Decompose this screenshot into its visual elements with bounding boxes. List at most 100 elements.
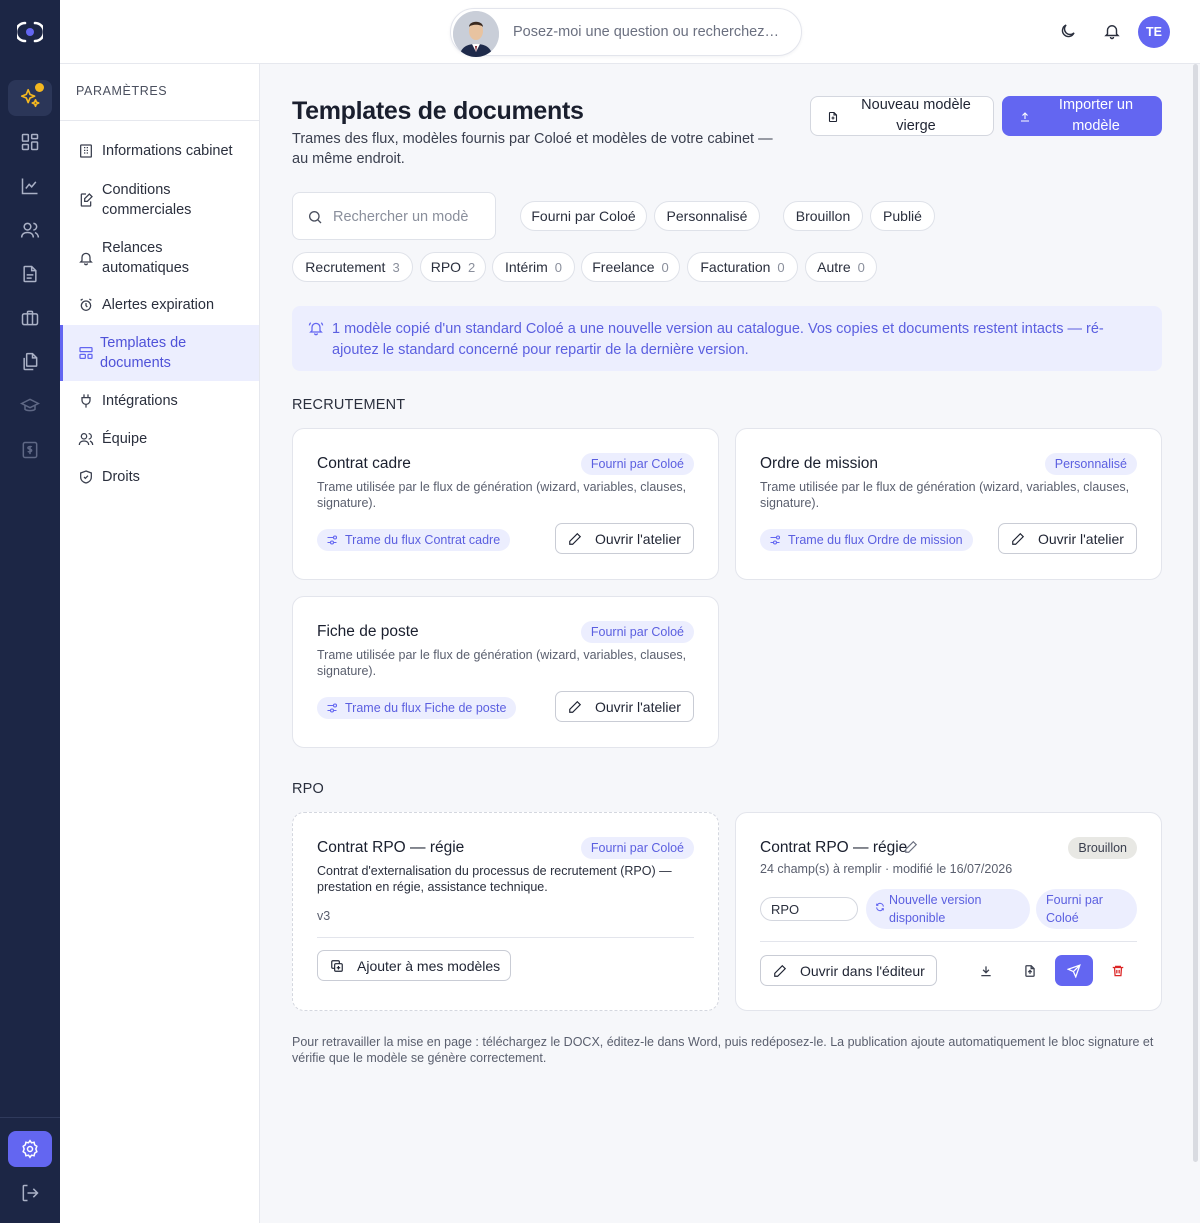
rail-billing-button[interactable] bbox=[8, 432, 52, 468]
sidebar-item-label: Relances automatiques bbox=[102, 240, 190, 276]
section-title-recrutement: RECRUTEMENT bbox=[292, 397, 406, 413]
rail-contacts-button[interactable] bbox=[8, 212, 52, 248]
category-chip-autre[interactable]: Autre 0 bbox=[805, 252, 877, 282]
send-icon bbox=[1067, 963, 1081, 978]
import-template-button[interactable]: Importer un modèle bbox=[1002, 96, 1162, 136]
rail-files-button[interactable] bbox=[8, 344, 52, 380]
rail-divider bbox=[0, 1117, 60, 1118]
notification-dot bbox=[35, 83, 44, 92]
bell-icon bbox=[1103, 22, 1121, 40]
filter-chip-publie[interactable]: Publié bbox=[870, 201, 935, 231]
delete-button[interactable] bbox=[1099, 955, 1137, 986]
card-divider bbox=[317, 937, 694, 938]
theme-toggle-button[interactable] bbox=[1057, 20, 1079, 42]
open-workshop-button[interactable]: Ouvrir l'atelier bbox=[555, 691, 694, 722]
rail-dashboard-button[interactable] bbox=[8, 124, 52, 160]
filter-chip-brouillon[interactable]: Brouillon bbox=[783, 201, 863, 231]
open-in-editor-button[interactable]: Ouvrir dans l'éditeur bbox=[760, 955, 937, 986]
download-docx-button[interactable] bbox=[967, 955, 1005, 986]
sidebar-item-conditions-commerciales[interactable]: Conditions commerciales bbox=[60, 176, 259, 224]
rail-settings-button[interactable] bbox=[8, 1131, 52, 1167]
new-blank-template-button[interactable]: Nouveau modèle vierge bbox=[810, 96, 994, 136]
template-card-contrat-cadre: Contrat cadre Fourni par Coloé Trame uti… bbox=[292, 428, 719, 580]
chip-count: 0 bbox=[554, 259, 563, 275]
template-search-placeholder: Rechercher un modèle bbox=[333, 209, 469, 225]
settings-sidebar: PARAMÈTRES Informations cabinet Conditio… bbox=[60, 64, 260, 1223]
category-chip-rpo[interactable]: RPO 2 bbox=[420, 252, 486, 282]
add-to-my-templates-button[interactable]: Ajouter à mes modèles bbox=[317, 950, 511, 981]
notice-text: 1 modèle copié d'un standard Coloé a une… bbox=[332, 321, 1104, 358]
filter-chip-fourni-par-coloe[interactable]: Fourni par Coloé bbox=[520, 201, 647, 231]
sidebar-item-alertes-expiration[interactable]: Alertes expiration bbox=[60, 290, 259, 320]
chip-label: Facturation bbox=[700, 259, 771, 275]
category-chip-facturation[interactable]: Facturation 0 bbox=[687, 252, 798, 282]
refresh-icon bbox=[875, 902, 885, 912]
sidebar-item-label: Droits bbox=[102, 469, 140, 485]
copy-plus-icon bbox=[330, 959, 344, 973]
sidebar-item-informations-cabinet[interactable]: Informations cabinet bbox=[60, 136, 259, 166]
page-scrollbar[interactable] bbox=[1193, 64, 1198, 1162]
rail-training-button[interactable] bbox=[8, 388, 52, 424]
alarm-clock-icon bbox=[78, 297, 94, 313]
graduation-cap-icon bbox=[20, 396, 40, 416]
status-badge: Brouillon bbox=[1068, 837, 1137, 859]
open-workshop-label: Ouvrir l'atelier bbox=[595, 531, 681, 547]
sidebar-item-integrations[interactable]: Intégrations bbox=[60, 386, 259, 416]
filter-chip-personnalise[interactable]: Personnalisé bbox=[654, 201, 760, 231]
category-chip-recrutement[interactable]: Recrutement 3 bbox=[292, 252, 413, 282]
chip-label: Recrutement bbox=[305, 259, 386, 275]
user-avatar-button[interactable]: TE bbox=[1138, 16, 1170, 48]
category-tag: RPO bbox=[760, 897, 858, 921]
open-workshop-button[interactable]: Ouvrir l'atelier bbox=[998, 523, 1137, 554]
assistant-search-placeholder: Posez-moi une question ou recherchez… bbox=[513, 24, 779, 40]
rail-documents-button[interactable] bbox=[8, 256, 52, 292]
app-rail bbox=[0, 0, 60, 1223]
app-logo-icon[interactable] bbox=[17, 20, 43, 44]
template-search-input[interactable]: Rechercher un modèle bbox=[292, 192, 496, 240]
chart-icon bbox=[20, 176, 40, 196]
flow-tag: Trame du flux Contrat cadre bbox=[317, 529, 511, 551]
invoice-icon bbox=[20, 440, 40, 460]
new-version-label: Nouvelle version disponible bbox=[889, 893, 982, 925]
chip-label: Autre bbox=[817, 259, 851, 275]
upload-icon bbox=[1019, 111, 1031, 123]
category-chip-freelance[interactable]: Freelance 0 bbox=[581, 252, 680, 282]
template-card-ordre-de-mission: Ordre de mission Personnalisé Trame util… bbox=[735, 428, 1162, 580]
card-divider bbox=[760, 941, 1137, 942]
open-workshop-label: Ouvrir l'atelier bbox=[1038, 531, 1124, 547]
sidebar-item-droits[interactable]: Droits bbox=[60, 462, 259, 492]
sidebar-item-relances-automatiques[interactable]: Relances automatiques bbox=[60, 234, 259, 282]
template-card-fiche-de-poste: Fiche de poste Fourni par Coloé Trame ut… bbox=[292, 596, 719, 748]
rail-assistant-button[interactable] bbox=[8, 80, 52, 116]
sidebar-item-label: Informations cabinet bbox=[102, 143, 233, 159]
dashboard-icon bbox=[20, 132, 40, 152]
publish-button[interactable] bbox=[1055, 955, 1093, 986]
chip-count: 3 bbox=[392, 259, 400, 275]
card-title: Ordre de mission bbox=[760, 455, 879, 472]
notifications-button[interactable] bbox=[1101, 20, 1123, 42]
replace-file-button[interactable] bbox=[1011, 955, 1049, 986]
moon-icon bbox=[1059, 22, 1077, 40]
shield-icon bbox=[78, 469, 94, 485]
category-chip-interim[interactable]: Intérim 0 bbox=[492, 252, 575, 282]
rail-missions-button[interactable] bbox=[8, 300, 52, 336]
rail-analytics-button[interactable] bbox=[8, 168, 52, 204]
bell-icon bbox=[78, 250, 94, 266]
source-tag: Fourni par Coloé bbox=[1036, 889, 1137, 929]
sidebar-item-equipe[interactable]: Équipe bbox=[60, 424, 259, 454]
open-workshop-button[interactable]: Ouvrir l'atelier bbox=[555, 523, 694, 554]
rename-pencil-icon[interactable] bbox=[904, 840, 918, 854]
page-title: Templates de documents bbox=[292, 97, 584, 125]
card-title: Contrat cadre bbox=[317, 455, 411, 472]
files-icon bbox=[20, 352, 40, 372]
rail-logout-button[interactable] bbox=[8, 1175, 52, 1211]
card-description: Trame utilisée par le flux de génération… bbox=[760, 480, 1130, 510]
assistant-search[interactable]: Posez-moi une question ou recherchez… bbox=[450, 8, 802, 57]
sidebar-item-templates-documents[interactable]: Templates de documents bbox=[60, 325, 259, 381]
file-plus-icon bbox=[827, 111, 839, 123]
search-icon bbox=[307, 209, 323, 225]
source-badge: Fourni par Coloé bbox=[580, 621, 694, 643]
sidebar-item-label: Équipe bbox=[102, 431, 148, 447]
source-badge: Personnalisé bbox=[1044, 453, 1137, 475]
assistant-avatar bbox=[453, 11, 499, 57]
